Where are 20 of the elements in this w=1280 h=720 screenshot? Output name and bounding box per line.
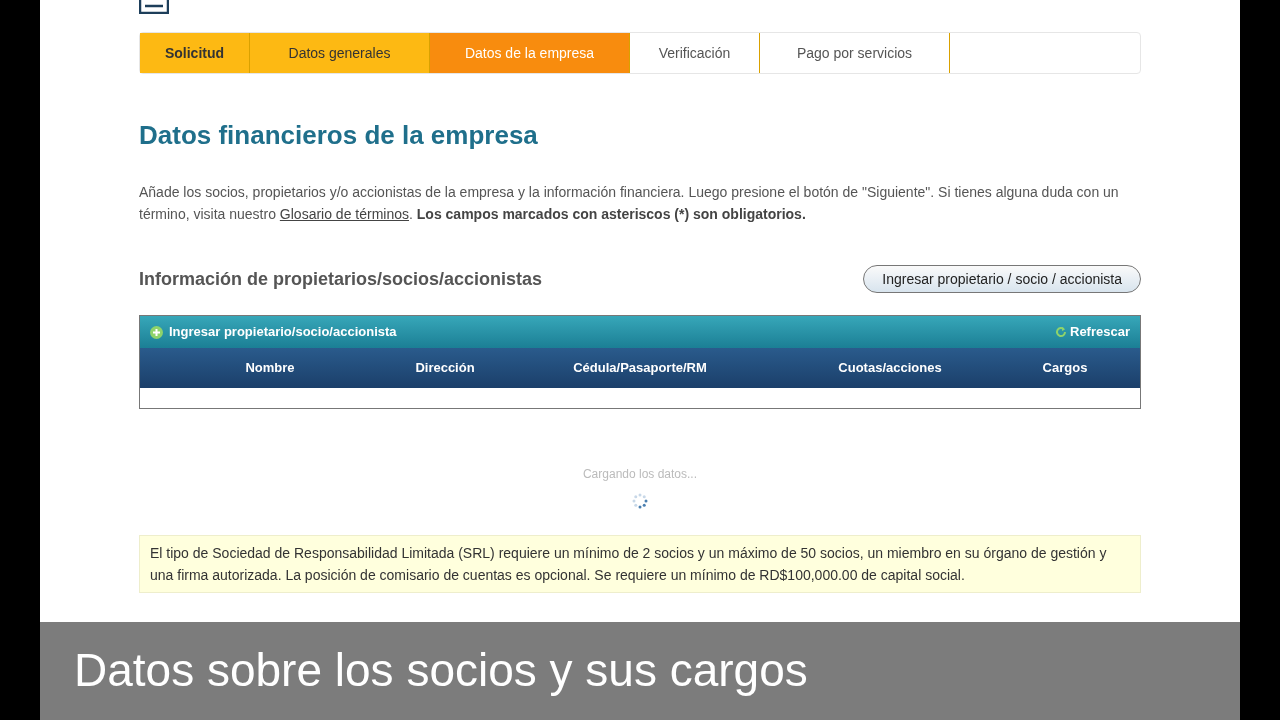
add-owner-button[interactable]: Ingresar propietario / socio / accionista: [863, 265, 1141, 293]
glossary-link[interactable]: Glosario de términos: [279, 206, 409, 222]
refresh-icon: [1055, 326, 1067, 338]
section-heading: Datos financieros de la empresa: [139, 119, 539, 152]
refresh-button[interactable]: Refrescar: [1055, 322, 1130, 342]
column-header[interactable]: Dirección: [400, 358, 490, 378]
plus-circle-icon: [150, 325, 163, 339]
column-header[interactable]: Cargos: [990, 358, 1140, 378]
intro-paragraph: Añade los socios, propietarios y/o accionistas de la empresa y la información financiera. Luego presione el botón de "Siguiente". Si tienes alguna duda con un término, visita nuestro Glosario de términos. Los campos marcados con asteriscos (*) son obligatorios.: [139, 183, 1120, 224]
caption-text: Datos sobre los socios y sus cargos: [74, 644, 808, 696]
subsection-heading: Información de propietarios/socios/accionistas: [139, 267, 543, 291]
column-header[interactable]: Nombre: [140, 358, 400, 378]
wizard-step[interactable]: Datos generales: [250, 33, 430, 73]
add-row-button[interactable]: Ingresar propietario/socio/accionista: [150, 322, 397, 342]
loading-spinner-icon: [632, 493, 648, 509]
loading-text: Cargando los datos...: [582, 466, 698, 483]
column-header[interactable]: Cédula/Pasaporte/RM: [490, 358, 790, 378]
srl-notice: El tipo de Sociedad de Responsabilidad Limitada (SRL) requiere un mínimo de 2 socios y un máximo de 50 socios, un miembro en su órgano de gestión y una firma autorizada. La posición de comisario de cuentas es opcional. Se requiere un mínimo de RD$100,000.00 de capital social.: [139, 535, 1141, 593]
column-header[interactable]: Cuotas/acciones: [790, 358, 990, 378]
wizard-step[interactable]: Solicitud: [140, 33, 250, 73]
